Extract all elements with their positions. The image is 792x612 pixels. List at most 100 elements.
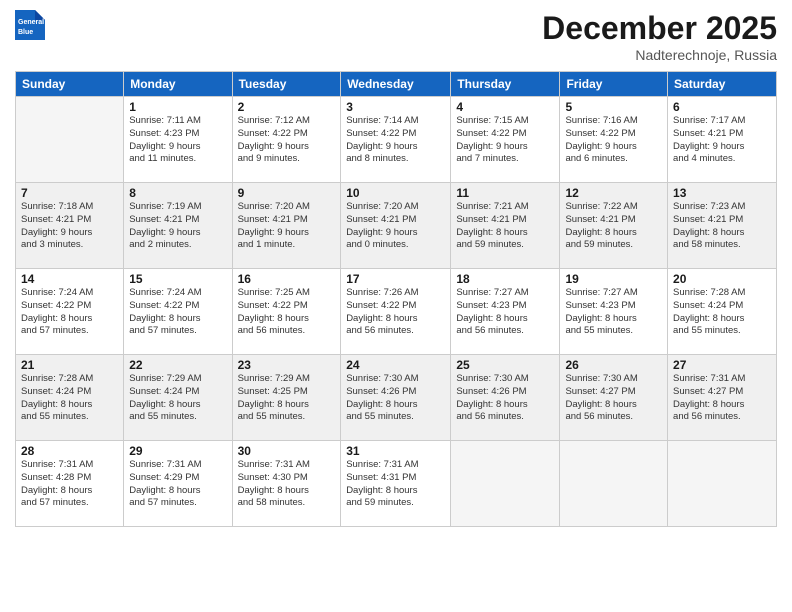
header: General Blue December 2025 Nadterechnoje…: [15, 10, 777, 63]
day-number: 3: [346, 100, 445, 114]
day-info: Sunrise: 7:31 AM Sunset: 4:30 PM Dayligh…: [238, 459, 336, 510]
day-info: Sunrise: 7:20 AM Sunset: 4:21 PM Dayligh…: [346, 201, 445, 252]
calendar-cell: 9Sunrise: 7:20 AM Sunset: 4:21 PM Daylig…: [232, 183, 341, 269]
day-info: Sunrise: 7:31 AM Sunset: 4:28 PM Dayligh…: [21, 459, 118, 510]
location: Nadterechnoje, Russia: [542, 47, 777, 63]
calendar-cell: 17Sunrise: 7:26 AM Sunset: 4:22 PM Dayli…: [341, 269, 451, 355]
calendar-cell: [560, 441, 668, 527]
calendar-cell: 3Sunrise: 7:14 AM Sunset: 4:22 PM Daylig…: [341, 97, 451, 183]
day-number: 28: [21, 444, 118, 458]
day-number: 5: [565, 100, 662, 114]
calendar-week-row: 1Sunrise: 7:11 AM Sunset: 4:23 PM Daylig…: [16, 97, 777, 183]
day-info: Sunrise: 7:12 AM Sunset: 4:22 PM Dayligh…: [238, 115, 336, 166]
day-number: 14: [21, 272, 118, 286]
calendar-cell: 26Sunrise: 7:30 AM Sunset: 4:27 PM Dayli…: [560, 355, 668, 441]
day-info: Sunrise: 7:30 AM Sunset: 4:27 PM Dayligh…: [565, 373, 662, 424]
calendar-week-row: 7Sunrise: 7:18 AM Sunset: 4:21 PM Daylig…: [16, 183, 777, 269]
calendar-week-row: 21Sunrise: 7:28 AM Sunset: 4:24 PM Dayli…: [16, 355, 777, 441]
calendar-cell: 25Sunrise: 7:30 AM Sunset: 4:26 PM Dayli…: [451, 355, 560, 441]
calendar-table: SundayMondayTuesdayWednesdayThursdayFrid…: [15, 71, 777, 527]
day-number: 9: [238, 186, 336, 200]
weekday-header-tuesday: Tuesday: [232, 72, 341, 97]
day-info: Sunrise: 7:19 AM Sunset: 4:21 PM Dayligh…: [129, 201, 226, 252]
calendar-week-row: 28Sunrise: 7:31 AM Sunset: 4:28 PM Dayli…: [16, 441, 777, 527]
calendar-cell: 22Sunrise: 7:29 AM Sunset: 4:24 PM Dayli…: [124, 355, 232, 441]
logo: General Blue: [15, 10, 45, 40]
day-number: 24: [346, 358, 445, 372]
title-block: December 2025 Nadterechnoje, Russia: [542, 10, 777, 63]
calendar-cell: 12Sunrise: 7:22 AM Sunset: 4:21 PM Dayli…: [560, 183, 668, 269]
calendar-cell: 28Sunrise: 7:31 AM Sunset: 4:28 PM Dayli…: [16, 441, 124, 527]
day-number: 2: [238, 100, 336, 114]
calendar-cell: 15Sunrise: 7:24 AM Sunset: 4:22 PM Dayli…: [124, 269, 232, 355]
day-number: 25: [456, 358, 554, 372]
day-info: Sunrise: 7:21 AM Sunset: 4:21 PM Dayligh…: [456, 201, 554, 252]
weekday-header-wednesday: Wednesday: [341, 72, 451, 97]
day-info: Sunrise: 7:20 AM Sunset: 4:21 PM Dayligh…: [238, 201, 336, 252]
calendar-cell: 4Sunrise: 7:15 AM Sunset: 4:22 PM Daylig…: [451, 97, 560, 183]
day-info: Sunrise: 7:31 AM Sunset: 4:31 PM Dayligh…: [346, 459, 445, 510]
weekday-header-thursday: Thursday: [451, 72, 560, 97]
day-info: Sunrise: 7:29 AM Sunset: 4:24 PM Dayligh…: [129, 373, 226, 424]
calendar-cell: 24Sunrise: 7:30 AM Sunset: 4:26 PM Dayli…: [341, 355, 451, 441]
day-number: 21: [21, 358, 118, 372]
day-info: Sunrise: 7:18 AM Sunset: 4:21 PM Dayligh…: [21, 201, 118, 252]
day-number: 22: [129, 358, 226, 372]
day-number: 6: [673, 100, 771, 114]
calendar-cell: 8Sunrise: 7:19 AM Sunset: 4:21 PM Daylig…: [124, 183, 232, 269]
calendar-cell: [451, 441, 560, 527]
day-number: 1: [129, 100, 226, 114]
calendar-cell: 7Sunrise: 7:18 AM Sunset: 4:21 PM Daylig…: [16, 183, 124, 269]
day-number: 31: [346, 444, 445, 458]
day-number: 27: [673, 358, 771, 372]
calendar-cell: 23Sunrise: 7:29 AM Sunset: 4:25 PM Dayli…: [232, 355, 341, 441]
calendar-cell: 6Sunrise: 7:17 AM Sunset: 4:21 PM Daylig…: [668, 97, 777, 183]
day-info: Sunrise: 7:31 AM Sunset: 4:27 PM Dayligh…: [673, 373, 771, 424]
day-number: 13: [673, 186, 771, 200]
day-number: 20: [673, 272, 771, 286]
day-info: Sunrise: 7:23 AM Sunset: 4:21 PM Dayligh…: [673, 201, 771, 252]
calendar-cell: 30Sunrise: 7:31 AM Sunset: 4:30 PM Dayli…: [232, 441, 341, 527]
page-container: General Blue December 2025 Nadterechnoje…: [0, 0, 792, 537]
day-number: 19: [565, 272, 662, 286]
svg-text:General: General: [18, 19, 44, 26]
svg-text:Blue: Blue: [18, 29, 33, 36]
day-info: Sunrise: 7:31 AM Sunset: 4:29 PM Dayligh…: [129, 459, 226, 510]
calendar-cell: 10Sunrise: 7:20 AM Sunset: 4:21 PM Dayli…: [341, 183, 451, 269]
day-info: Sunrise: 7:29 AM Sunset: 4:25 PM Dayligh…: [238, 373, 336, 424]
day-info: Sunrise: 7:30 AM Sunset: 4:26 PM Dayligh…: [346, 373, 445, 424]
day-info: Sunrise: 7:15 AM Sunset: 4:22 PM Dayligh…: [456, 115, 554, 166]
calendar-cell: 20Sunrise: 7:28 AM Sunset: 4:24 PM Dayli…: [668, 269, 777, 355]
weekday-header-saturday: Saturday: [668, 72, 777, 97]
day-info: Sunrise: 7:11 AM Sunset: 4:23 PM Dayligh…: [129, 115, 226, 166]
calendar-cell: 14Sunrise: 7:24 AM Sunset: 4:22 PM Dayli…: [16, 269, 124, 355]
calendar-cell: 27Sunrise: 7:31 AM Sunset: 4:27 PM Dayli…: [668, 355, 777, 441]
weekday-header-sunday: Sunday: [16, 72, 124, 97]
month-title: December 2025: [542, 10, 777, 47]
day-info: Sunrise: 7:17 AM Sunset: 4:21 PM Dayligh…: [673, 115, 771, 166]
day-number: 8: [129, 186, 226, 200]
calendar-cell: 16Sunrise: 7:25 AM Sunset: 4:22 PM Dayli…: [232, 269, 341, 355]
day-number: 23: [238, 358, 336, 372]
calendar-cell: 29Sunrise: 7:31 AM Sunset: 4:29 PM Dayli…: [124, 441, 232, 527]
logo-icon: General Blue: [15, 10, 45, 40]
day-info: Sunrise: 7:22 AM Sunset: 4:21 PM Dayligh…: [565, 201, 662, 252]
day-info: Sunrise: 7:24 AM Sunset: 4:22 PM Dayligh…: [129, 287, 226, 338]
day-number: 12: [565, 186, 662, 200]
weekday-header-row: SundayMondayTuesdayWednesdayThursdayFrid…: [16, 72, 777, 97]
calendar-cell: [16, 97, 124, 183]
day-number: 11: [456, 186, 554, 200]
day-info: Sunrise: 7:28 AM Sunset: 4:24 PM Dayligh…: [21, 373, 118, 424]
weekday-header-monday: Monday: [124, 72, 232, 97]
calendar-cell: [668, 441, 777, 527]
day-info: Sunrise: 7:26 AM Sunset: 4:22 PM Dayligh…: [346, 287, 445, 338]
day-number: 29: [129, 444, 226, 458]
day-number: 26: [565, 358, 662, 372]
calendar-cell: 31Sunrise: 7:31 AM Sunset: 4:31 PM Dayli…: [341, 441, 451, 527]
calendar-cell: 13Sunrise: 7:23 AM Sunset: 4:21 PM Dayli…: [668, 183, 777, 269]
calendar-cell: 19Sunrise: 7:27 AM Sunset: 4:23 PM Dayli…: [560, 269, 668, 355]
day-number: 7: [21, 186, 118, 200]
day-info: Sunrise: 7:14 AM Sunset: 4:22 PM Dayligh…: [346, 115, 445, 166]
calendar-cell: 18Sunrise: 7:27 AM Sunset: 4:23 PM Dayli…: [451, 269, 560, 355]
calendar-cell: 1Sunrise: 7:11 AM Sunset: 4:23 PM Daylig…: [124, 97, 232, 183]
